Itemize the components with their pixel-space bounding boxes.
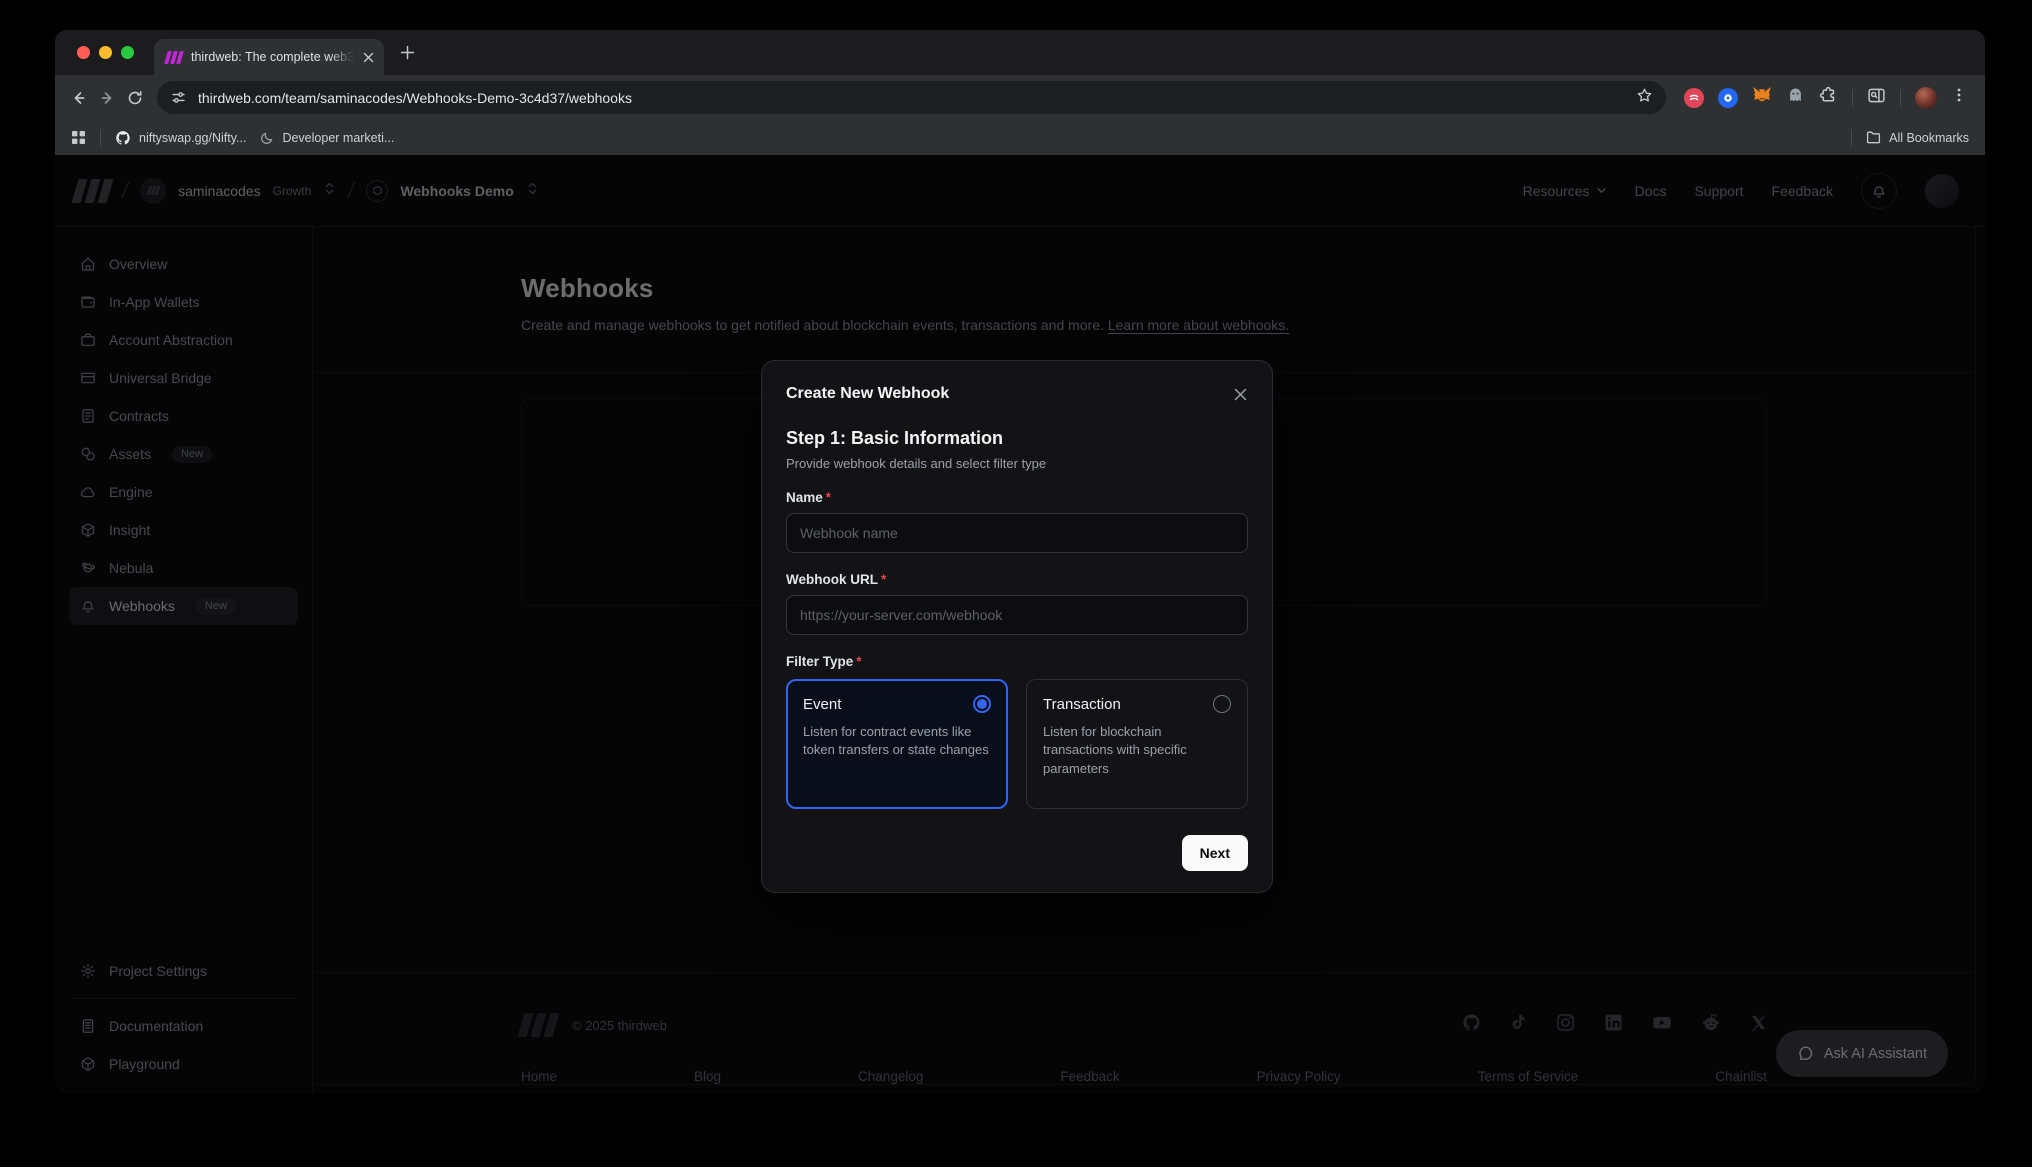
- browser-toolbar: thirdweb.com/team/saminacodes/Webhooks-D…: [55, 75, 1985, 120]
- browser-tab[interactable]: thirdweb: The complete web3: [154, 39, 384, 75]
- tab-title: thirdweb: The complete web3: [191, 50, 354, 64]
- url-label: Webhook URL*: [786, 572, 1248, 587]
- webhook-url-input[interactable]: [786, 595, 1248, 635]
- reload-icon[interactable]: [121, 84, 149, 112]
- fullscreen-window-button[interactable]: [121, 46, 134, 59]
- modal-title: Create New Webhook: [786, 385, 949, 403]
- url-bar[interactable]: thirdweb.com/team/saminacodes/Webhooks-D…: [157, 81, 1666, 114]
- radio-unselected-icon[interactable]: [1213, 695, 1231, 713]
- page-viewport: / saminacodes Growth / Webhooks Demo Re: [55, 155, 1985, 1093]
- bookmark-item[interactable]: Developer marketi...: [260, 131, 394, 145]
- next-button[interactable]: Next: [1182, 835, 1248, 871]
- metamask-icon[interactable]: [1752, 86, 1772, 110]
- filter-option-event[interactable]: Event Listen for contract events like to…: [786, 679, 1008, 809]
- thirdweb-favicon: [166, 51, 182, 64]
- tab-strip: thirdweb: The complete web3: [55, 30, 1985, 75]
- extension-red-icon[interactable]: [1684, 88, 1704, 108]
- close-window-button[interactable]: [77, 46, 90, 59]
- filter-type-label: Filter Type*: [786, 654, 1248, 669]
- browser-window: thirdweb: The complete web3 thirdweb.com…: [55, 30, 1985, 1093]
- site-controls-icon[interactable]: [170, 89, 187, 106]
- bookmark-star-icon[interactable]: [1636, 87, 1653, 109]
- extensions-puzzle-icon[interactable]: [1819, 86, 1838, 110]
- create-webhook-modal: Create New Webhook Step 1: Basic Informa…: [761, 360, 1273, 893]
- new-tab-button[interactable]: [400, 45, 415, 60]
- step-subtitle: Provide webhook details and select filte…: [786, 456, 1248, 471]
- name-label: Name*: [786, 490, 1248, 505]
- toolbar-separator: [1900, 89, 1901, 107]
- all-bookmarks-button[interactable]: All Bookmarks: [1866, 130, 1969, 145]
- minimize-window-button[interactable]: [99, 46, 112, 59]
- apps-grid-icon[interactable]: [71, 130, 86, 145]
- extension-blue-icon[interactable]: [1718, 88, 1738, 108]
- browser-profile-avatar[interactable]: [1915, 87, 1937, 109]
- close-icon[interactable]: [1233, 387, 1248, 402]
- radio-selected-icon[interactable]: [973, 695, 991, 713]
- required-mark: *: [881, 572, 886, 587]
- back-icon[interactable]: [65, 84, 93, 112]
- window-controls: [55, 46, 154, 59]
- github-icon: [115, 130, 131, 146]
- webhook-name-input[interactable]: [786, 513, 1248, 553]
- moon-icon: [260, 131, 274, 145]
- browser-menu-icon[interactable]: [1951, 87, 1967, 108]
- forward-icon[interactable]: [93, 84, 121, 112]
- url-text[interactable]: thirdweb.com/team/saminacodes/Webhooks-D…: [198, 90, 632, 106]
- bookmark-item[interactable]: niftyswap.gg/Nifty...: [115, 130, 246, 146]
- step-title: Step 1: Basic Information: [786, 428, 1248, 449]
- required-mark: *: [826, 490, 831, 505]
- tab-close-icon[interactable]: [363, 52, 374, 63]
- bookmarks-separator: [1851, 129, 1852, 147]
- extensions-area: [1676, 86, 1975, 110]
- bookmarks-separator: [100, 129, 101, 147]
- side-panel-search-icon[interactable]: [1867, 86, 1886, 110]
- required-mark: *: [856, 654, 861, 669]
- filter-option-transaction[interactable]: Transaction Listen for blockchain transa…: [1026, 679, 1248, 809]
- phantom-icon[interactable]: [1786, 86, 1805, 110]
- toolbar-separator: [1852, 89, 1853, 107]
- folder-icon: [1866, 130, 1881, 145]
- bookmarks-bar: niftyswap.gg/Nifty... Developer marketi.…: [55, 120, 1985, 155]
